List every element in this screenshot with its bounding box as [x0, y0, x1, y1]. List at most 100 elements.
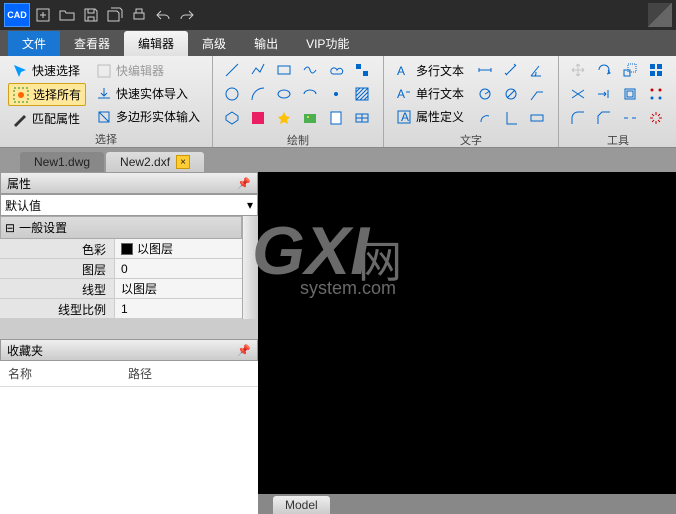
- block-icon[interactable]: [351, 60, 373, 80]
- select-all-button[interactable]: 选择所有: [8, 83, 86, 106]
- svg-text:A: A: [397, 87, 405, 101]
- scale-icon[interactable]: [619, 60, 641, 80]
- poly-import-button[interactable]: 多边形实体输入: [92, 106, 204, 127]
- match-props-button[interactable]: 匹配属性: [8, 108, 86, 129]
- color-swatch: [121, 243, 133, 255]
- save-icon[interactable]: [80, 4, 102, 26]
- dim-linear-icon[interactable]: [474, 60, 496, 80]
- trim-icon[interactable]: [567, 84, 589, 104]
- menu-output[interactable]: 输出: [240, 31, 292, 56]
- table-icon[interactable]: [351, 108, 373, 128]
- chamfer-icon[interactable]: [593, 108, 615, 128]
- circle-icon[interactable]: [221, 84, 243, 104]
- properties-dropdown[interactable]: 默认值 ▾: [0, 194, 258, 216]
- dim-aligned-icon[interactable]: [500, 60, 522, 80]
- fav-col-path[interactable]: 路径: [128, 365, 152, 382]
- extend-icon[interactable]: [593, 84, 615, 104]
- ellipse-arc-icon[interactable]: [299, 84, 321, 104]
- arc-icon[interactable]: [247, 84, 269, 104]
- dim-diameter-icon[interactable]: [500, 84, 522, 104]
- redo-icon[interactable]: [176, 4, 198, 26]
- hatch2-icon[interactable]: [351, 84, 373, 104]
- menu-vip[interactable]: VIP功能: [292, 31, 363, 56]
- menu-viewer[interactable]: 查看器: [60, 31, 124, 56]
- app-cube-icon: [648, 3, 672, 27]
- point-icon[interactable]: [325, 84, 347, 104]
- pin-icon[interactable]: 📌: [237, 177, 251, 190]
- favorites-header[interactable]: 收藏夹 📌: [0, 339, 258, 361]
- mirror-icon[interactable]: [645, 60, 667, 80]
- match-props-label: 匹配属性: [32, 110, 80, 127]
- dim-tol-icon[interactable]: [526, 108, 548, 128]
- image-icon[interactable]: [299, 108, 321, 128]
- quick-import-button[interactable]: 快速实体导入: [92, 83, 204, 104]
- doctab-label: New1.dwg: [34, 155, 90, 169]
- watermark: GXI 网 system.com: [252, 212, 396, 299]
- ribbon-select-label: 选择: [8, 129, 204, 147]
- spline-icon[interactable]: [299, 60, 321, 80]
- prop-row-layer[interactable]: 图层 0: [0, 259, 242, 279]
- ellipse-icon[interactable]: [273, 84, 295, 104]
- new-icon[interactable]: [32, 4, 54, 26]
- star-icon[interactable]: [273, 108, 295, 128]
- offset-icon[interactable]: [619, 84, 641, 104]
- break-icon[interactable]: [619, 108, 641, 128]
- fillet-icon[interactable]: [567, 108, 589, 128]
- polyline-icon[interactable]: [247, 60, 269, 80]
- prop-value[interactable]: 以图层: [115, 239, 242, 258]
- properties-title: 属性: [7, 175, 31, 192]
- menubar: 文件 查看器 编辑器 高级 输出 VIP功能: [0, 30, 676, 56]
- fav-col-name[interactable]: 名称: [8, 365, 128, 382]
- attr-def-button[interactable]: A属性定义: [392, 106, 468, 127]
- pin-icon[interactable]: 📌: [237, 344, 251, 357]
- chevron-down-icon: ▾: [247, 198, 253, 212]
- multiline-text-button[interactable]: A多行文本: [392, 60, 468, 81]
- dim-ord-icon[interactable]: [500, 108, 522, 128]
- properties-header[interactable]: 属性 📌: [0, 172, 258, 194]
- menu-editor[interactable]: 编辑器: [124, 31, 188, 56]
- cloud-icon[interactable]: [325, 60, 347, 80]
- properties-group-general[interactable]: ⊟ 一般设置: [0, 216, 242, 239]
- model-tab[interactable]: Model: [272, 495, 331, 514]
- explode-icon[interactable]: [645, 108, 667, 128]
- saveall-icon[interactable]: [104, 4, 126, 26]
- move-icon[interactable]: [567, 60, 589, 80]
- prop-value[interactable]: 0: [115, 259, 242, 278]
- prop-value[interactable]: 1: [115, 299, 242, 318]
- quick-select-button[interactable]: 快速选择: [8, 60, 86, 81]
- doctab-new1[interactable]: New1.dwg: [20, 152, 104, 172]
- open-icon[interactable]: [56, 4, 78, 26]
- quick-select-label: 快速选择: [32, 62, 80, 79]
- close-tab-icon[interactable]: ×: [176, 155, 190, 169]
- array-icon[interactable]: [645, 84, 667, 104]
- dim-angle-icon[interactable]: [526, 60, 548, 80]
- dim-leader-icon[interactable]: [526, 84, 548, 104]
- pdf-icon[interactable]: [325, 108, 347, 128]
- rect-icon[interactable]: [273, 60, 295, 80]
- prop-row-linetype[interactable]: 线型 以图层: [0, 279, 242, 299]
- attr-def-label: 属性定义: [416, 108, 464, 125]
- favorites-title: 收藏夹: [7, 342, 43, 359]
- hatch-icon[interactable]: [247, 108, 269, 128]
- polygon-icon[interactable]: [221, 108, 243, 128]
- ribbon-draw-label: 绘制: [221, 130, 375, 148]
- prop-key: 色彩: [0, 239, 115, 258]
- menu-advanced[interactable]: 高级: [188, 31, 240, 56]
- doctab-new2[interactable]: New2.dxf ×: [106, 152, 204, 172]
- dim-radius-icon[interactable]: [474, 84, 496, 104]
- drawing-canvas[interactable]: GXI 网 system.com Model: [258, 172, 676, 514]
- prop-value[interactable]: 以图层: [115, 279, 242, 298]
- svg-text:A: A: [397, 64, 405, 78]
- line-icon[interactable]: [221, 60, 243, 80]
- undo-icon[interactable]: [152, 4, 174, 26]
- menu-file[interactable]: 文件: [8, 31, 60, 56]
- collapse-icon[interactable]: ⊟: [5, 221, 15, 235]
- rotate-icon[interactable]: [593, 60, 615, 80]
- print-icon[interactable]: [128, 4, 150, 26]
- quick-editor-button[interactable]: 快编辑器: [92, 60, 204, 81]
- watermark-big: GXI: [252, 213, 369, 289]
- prop-row-linescale[interactable]: 线型比例 1: [0, 299, 242, 319]
- dim-arc-icon[interactable]: [474, 108, 496, 128]
- prop-row-color[interactable]: 色彩 以图层: [0, 239, 242, 259]
- singleline-text-button[interactable]: A单行文本: [392, 83, 468, 104]
